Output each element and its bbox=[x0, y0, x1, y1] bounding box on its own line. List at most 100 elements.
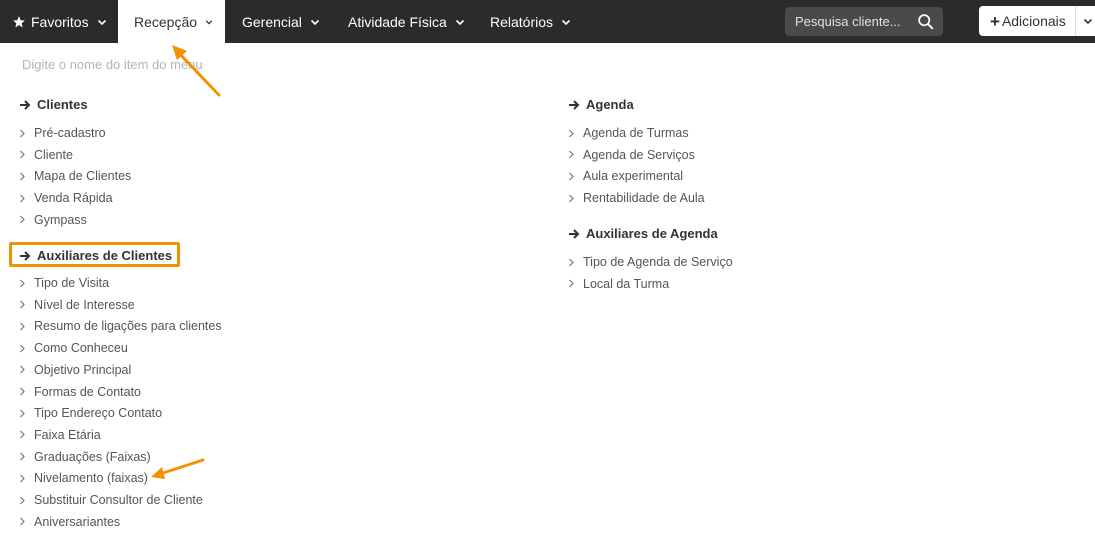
arrow-right-icon bbox=[569, 99, 580, 110]
section-auxiliares-agenda: Auxiliares de Agenda bbox=[568, 226, 718, 241]
clientes-item[interactable]: Gympass bbox=[19, 213, 87, 227]
auxiliares-clientes-item[interactable]: Graduações (Faixas) bbox=[19, 450, 151, 464]
clientes-item-label: Mapa de Clientes bbox=[34, 169, 132, 184]
agenda-item-label: Agenda de Turmas bbox=[583, 126, 689, 140]
menu-filter-input[interactable] bbox=[14, 53, 334, 75]
chevron-right-icon bbox=[20, 172, 25, 181]
auxiliares-clientes-item[interactable]: Faixa Etária bbox=[19, 428, 101, 442]
section-auxiliares-clientes-title: Auxiliares de Clientes bbox=[37, 248, 173, 263]
adicionais-button[interactable]: + Adicionais bbox=[979, 6, 1095, 36]
chevron-right-icon bbox=[20, 517, 25, 526]
agenda-item[interactable]: Aula experimental bbox=[568, 169, 683, 183]
auxiliares-clientes-item-label: Tipo de Visita bbox=[34, 276, 110, 290]
auxiliares-clientes-item[interactable]: Formas de Contato bbox=[19, 385, 141, 399]
auxiliares-clientes-item-label: Faixa Etária bbox=[34, 427, 101, 442]
clientes-item-label: Gympass bbox=[34, 212, 87, 227]
agenda-item[interactable]: Rentabilidade de Aula bbox=[568, 191, 705, 205]
arrow-right-icon bbox=[20, 250, 31, 261]
chevron-down-icon[interactable] bbox=[1083, 16, 1093, 26]
auxiliares-clientes-item[interactable]: Aniversariantes bbox=[19, 515, 120, 529]
auxiliares-agenda-item-label: Local da Turma bbox=[583, 276, 670, 291]
auxiliares-clientes-item-label: Resumo de ligações para clientes bbox=[34, 319, 222, 334]
chevron-right-icon bbox=[20, 129, 25, 137]
auxiliares-clientes-item-label: Nivelamento (faixas) bbox=[34, 471, 148, 486]
chevron-right-icon bbox=[20, 215, 25, 224]
clientes-item-label: Cliente bbox=[34, 147, 73, 162]
chevron-right-icon bbox=[20, 279, 25, 287]
nav-relatorios-label: Relatórios bbox=[490, 13, 554, 30]
auxiliares-clientes-item[interactable]: Objetivo Principal bbox=[19, 363, 131, 377]
auxiliares-clientes-item-label: Tipo Endereço Contato bbox=[34, 406, 163, 421]
chevron-down-icon bbox=[561, 19, 571, 25]
clientes-item[interactable]: Venda Rápida bbox=[19, 191, 113, 205]
nav-favoritos[interactable]: Favoritos bbox=[0, 0, 119, 43]
button-divider bbox=[1075, 6, 1076, 36]
agenda-item[interactable]: Agenda de Serviços bbox=[568, 148, 695, 162]
chevron-right-icon bbox=[569, 172, 574, 181]
agenda-item-label: Aula experimental bbox=[583, 169, 684, 184]
nav-favoritos-label: Favoritos bbox=[31, 13, 89, 30]
chevron-right-icon bbox=[569, 150, 574, 159]
chevron-down-icon bbox=[310, 19, 319, 25]
clientes-item[interactable]: Pré-cadastro bbox=[19, 126, 106, 140]
auxiliares-agenda-item-label: Tipo de Agenda de Serviço bbox=[583, 255, 733, 269]
section-clientes-title: Clientes bbox=[37, 97, 88, 112]
chevron-down-icon bbox=[455, 19, 464, 25]
auxiliares-clientes-item-label: Aniversariantes bbox=[34, 514, 121, 529]
auxiliares-clientes-item-label: Substituir Consultor de Cliente bbox=[34, 493, 203, 507]
agenda-item[interactable]: Agenda de Turmas bbox=[568, 126, 689, 140]
arrow-right-icon bbox=[569, 228, 580, 239]
chevron-right-icon bbox=[20, 409, 25, 418]
chevron-down-icon bbox=[205, 19, 213, 24]
clientes-item-label: Pré-cadastro bbox=[34, 126, 106, 140]
nav-relatorios[interactable]: Relatórios bbox=[478, 0, 583, 43]
nav-gerencial[interactable]: Gerencial bbox=[230, 0, 332, 43]
auxiliares-agenda-item[interactable]: Local da Turma bbox=[568, 277, 669, 291]
arrow-right-icon bbox=[20, 99, 31, 110]
auxiliares-clientes-item-label: Graduações (Faixas) bbox=[34, 449, 151, 464]
chevron-right-icon bbox=[20, 344, 25, 353]
chevron-right-icon bbox=[569, 258, 574, 266]
client-search bbox=[785, 7, 943, 36]
chevron-right-icon bbox=[569, 194, 574, 203]
clientes-item[interactable]: Cliente bbox=[19, 148, 73, 162]
auxiliares-clientes-item[interactable]: Resumo de ligações para clientes bbox=[19, 319, 222, 333]
chevron-right-icon bbox=[20, 387, 25, 396]
clientes-item[interactable]: Mapa de Clientes bbox=[19, 169, 131, 183]
agenda-item-label: Rentabilidade de Aula bbox=[583, 191, 705, 206]
auxiliares-clientes-item-label: Objetivo Principal bbox=[34, 362, 132, 377]
auxiliares-clientes-item[interactable]: Substituir Consultor de Cliente bbox=[19, 493, 203, 507]
adicionais-label: Adicionais bbox=[1001, 13, 1066, 29]
chevron-right-icon bbox=[569, 129, 574, 137]
nav-gerencial-label: Gerencial bbox=[242, 13, 302, 30]
chevron-right-icon bbox=[20, 474, 25, 483]
chevron-right-icon bbox=[20, 300, 25, 309]
clientes-item-label: Venda Rápida bbox=[34, 191, 113, 206]
section-agenda: Agenda bbox=[568, 97, 634, 112]
chevron-right-icon bbox=[20, 430, 25, 439]
auxiliares-clientes-item-label: Formas de Contato bbox=[34, 384, 141, 399]
auxiliares-clientes-item[interactable]: Nível de Interesse bbox=[19, 298, 135, 312]
annotation-arrow-nivelamento bbox=[151, 458, 205, 479]
auxiliares-clientes-item[interactable]: Tipo de Visita bbox=[19, 276, 109, 290]
section-auxiliares-clientes: Auxiliares de Clientes bbox=[19, 248, 172, 263]
chevron-right-icon bbox=[569, 279, 574, 288]
section-agenda-title: Agenda bbox=[586, 97, 634, 112]
nav-recepcao[interactable]: Recepção bbox=[118, 0, 225, 43]
client-search-input[interactable] bbox=[785, 7, 905, 36]
agenda-item-label: Agenda de Serviços bbox=[583, 147, 695, 162]
chevron-right-icon bbox=[20, 194, 25, 203]
auxiliares-clientes-item[interactable]: Tipo Endereço Contato bbox=[19, 406, 162, 420]
chevron-right-icon bbox=[20, 322, 25, 331]
nav-recepcao-label: Recepção bbox=[134, 13, 198, 30]
auxiliares-clientes-item[interactable]: Como Conheceu bbox=[19, 341, 128, 355]
auxiliares-clientes-item[interactable]: Nivelamento (faixas) bbox=[19, 471, 148, 485]
search-icon[interactable] bbox=[917, 13, 934, 30]
auxiliares-agenda-item[interactable]: Tipo de Agenda de Serviço bbox=[568, 255, 733, 269]
star-icon bbox=[13, 15, 25, 27]
nav-atividade-fisica-label: Atividade Física bbox=[348, 13, 447, 30]
auxiliares-clientes-item-label: Como Conheceu bbox=[34, 341, 128, 356]
nav-atividade-fisica[interactable]: Atividade Física bbox=[336, 0, 477, 43]
chevron-right-icon bbox=[20, 365, 25, 374]
chevron-right-icon bbox=[20, 496, 25, 504]
